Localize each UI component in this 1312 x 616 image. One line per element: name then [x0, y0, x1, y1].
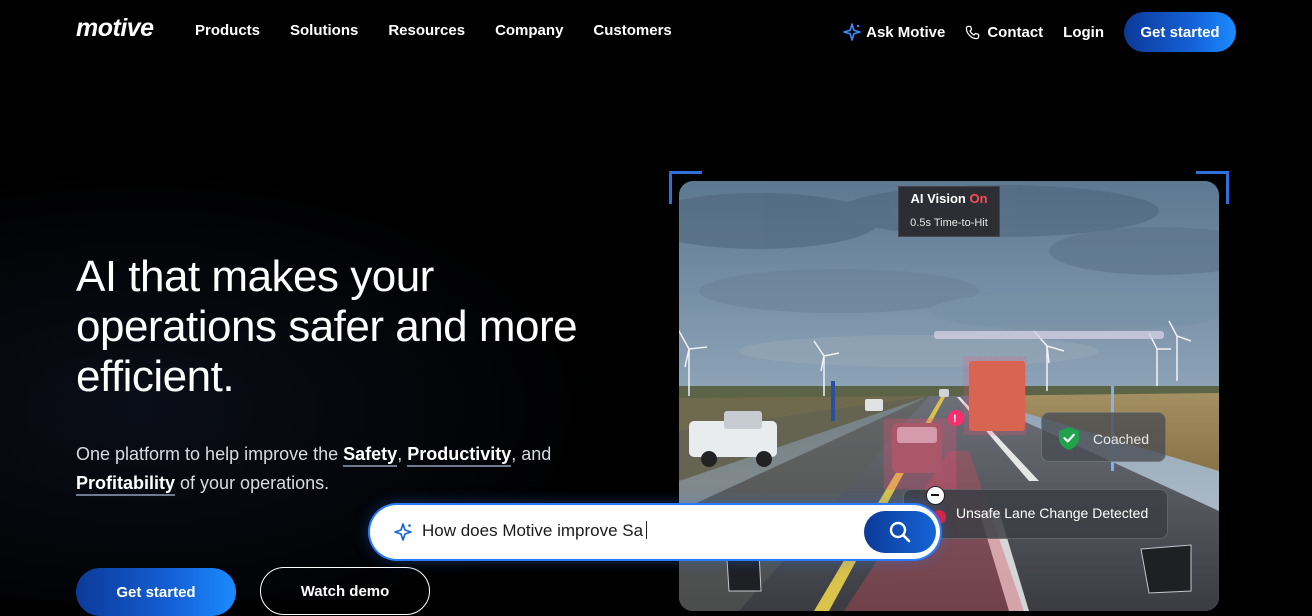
- highlight-safety[interactable]: Safety: [343, 444, 398, 467]
- sparkle-icon: [843, 23, 861, 41]
- search-icon: [889, 521, 911, 543]
- nav-link-resources[interactable]: Resources: [388, 22, 465, 39]
- collapse-icon[interactable]: [926, 486, 945, 505]
- ask-motive-search[interactable]: How does Motive improve Sa: [370, 505, 940, 559]
- alert-dot-glyph: !: [953, 413, 957, 425]
- highlight-productivity[interactable]: Productivity: [407, 444, 512, 467]
- nav-link-solutions[interactable]: Solutions: [290, 22, 358, 39]
- ai-vision-label: AI Vision: [910, 191, 966, 206]
- search-input[interactable]: How does Motive improve Sa: [422, 521, 648, 541]
- subtitle-prefix: One platform to help improve the: [76, 444, 339, 464]
- get-started-nav-button[interactable]: Get started: [1124, 12, 1236, 52]
- detected-suv: [883, 418, 957, 490]
- motive-logo[interactable]: motive: [76, 14, 154, 43]
- nav-actions: Ask Motive Contact Login Get started: [843, 12, 1236, 52]
- road-sign: [831, 381, 835, 421]
- login-link[interactable]: Login: [1063, 24, 1104, 41]
- nav-link-products[interactable]: Products: [195, 22, 260, 39]
- get-started-hero-button[interactable]: Get started: [76, 568, 236, 616]
- nav-links: Products Solutions Resources Company Cus…: [195, 22, 702, 39]
- distant-car: [939, 389, 949, 397]
- coached-label: Coached: [1093, 431, 1150, 447]
- time-to-hit-label: 0.5s Time-to-Hit: [910, 217, 988, 229]
- ask-motive-link[interactable]: Ask Motive: [843, 23, 945, 41]
- highlight-profitability[interactable]: Profitability: [76, 473, 176, 496]
- ai-vision-status: On: [969, 191, 988, 206]
- ask-motive-label: Ask Motive: [866, 23, 946, 41]
- subtitle-suffix: of your operations.: [180, 473, 330, 493]
- contact-label: Contact: [987, 23, 1044, 41]
- ai-vision-badge: AI Vision On 0.5s Time-to-Hit: [898, 186, 1000, 237]
- search-button[interactable]: [864, 511, 936, 553]
- distant-car: [865, 399, 883, 411]
- hero-title: AI that makes your operations safer and …: [76, 252, 578, 401]
- text-caret: [646, 521, 648, 539]
- search-typed-text: How does Motive improve Sa: [422, 521, 644, 540]
- coached-card: Coached: [1041, 412, 1166, 462]
- subtitle-and: and: [521, 444, 552, 464]
- nav-link-company[interactable]: Company: [495, 22, 563, 39]
- unsafe-lane-label: Unsafe Lane Change Detected: [956, 505, 1149, 521]
- sparkle-icon: [394, 523, 412, 541]
- watch-demo-button[interactable]: Watch demo: [260, 567, 430, 615]
- hero-subtitle: One platform to help improve the Safety,…: [76, 440, 596, 498]
- right-mirror: [1140, 544, 1192, 594]
- detected-box-truck: [963, 356, 1027, 436]
- phone-icon: [966, 25, 980, 39]
- top-navigation: motive Products Solutions Resources Comp…: [0, 0, 1312, 64]
- contact-link[interactable]: Contact: [965, 24, 1043, 41]
- nav-link-customers[interactable]: Customers: [593, 22, 671, 39]
- overhead-bar: [934, 331, 1164, 339]
- shield-check-icon: [1059, 427, 1079, 450]
